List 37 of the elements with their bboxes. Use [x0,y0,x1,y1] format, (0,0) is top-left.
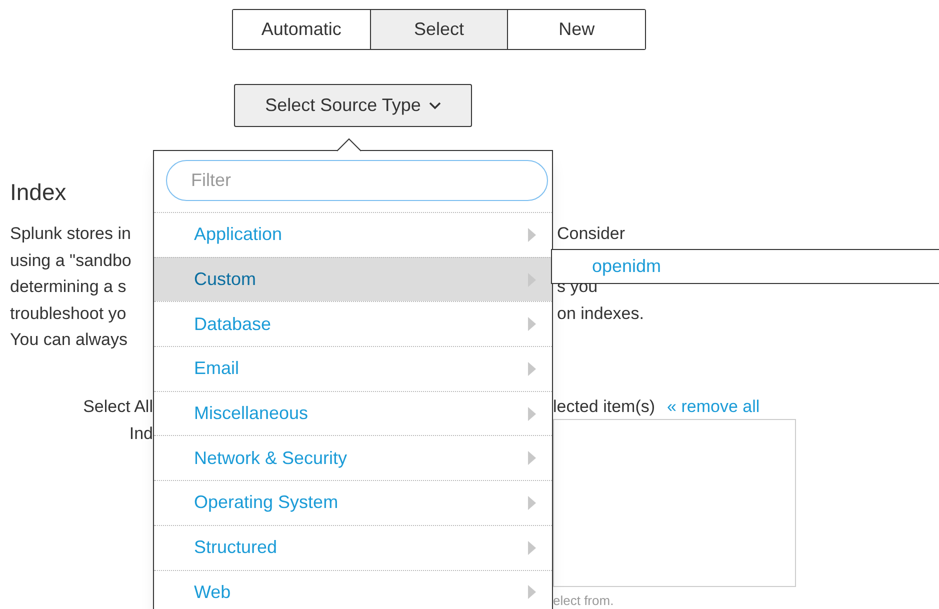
description-text: troubleshoot yo [10,304,126,322]
index-label: Ind [129,422,153,444]
mode-tab[interactable]: Select [370,10,508,49]
caret-right-icon [528,585,536,600]
filter-field[interactable]: Filter [166,160,548,201]
menu-item[interactable]: Custom [154,256,552,302]
caret-right-icon [528,540,536,555]
description-text: You can always [10,330,128,349]
menu-item[interactable]: Database [154,301,552,346]
description-text: using a "sandbo [10,250,132,270]
menu-item[interactable]: Miscellaneous [154,390,552,436]
description-text: determining a s [10,277,126,296]
caret-right-icon [528,228,536,242]
mode-tab[interactable]: New [507,10,646,49]
description-text: on indexes. [557,302,644,324]
caret-right-icon [528,362,536,376]
menu-item[interactable]: Application [154,212,552,257]
selected-items-label: lected item(s) [553,396,656,418]
description-text: Consider [557,223,626,245]
caret-right-icon [528,451,536,466]
menu-item[interactable]: Structured [154,524,552,570]
menu-item[interactable]: Network & Security [154,435,552,480]
select-source-type-button[interactable]: Select Source Type [234,84,472,127]
description-text: Splunk stores in [10,224,131,243]
index-heading: Index [10,178,66,206]
menu-item[interactable]: Email [154,346,552,391]
select-all-label: Select All [83,396,153,418]
chevron-down-icon [428,102,441,110]
help-text: elect from. [553,592,614,608]
remove-all-link[interactable]: « remove all [667,396,760,418]
caret-right-icon [528,406,536,421]
menu-item[interactable]: Operating System [154,480,552,525]
selected-items-box[interactable] [553,418,796,586]
menu-item[interactable]: Web [154,570,552,609]
submenu-item[interactable]: openidm [592,253,662,280]
caret-right-icon [528,317,536,332]
caret-right-icon [528,496,536,510]
